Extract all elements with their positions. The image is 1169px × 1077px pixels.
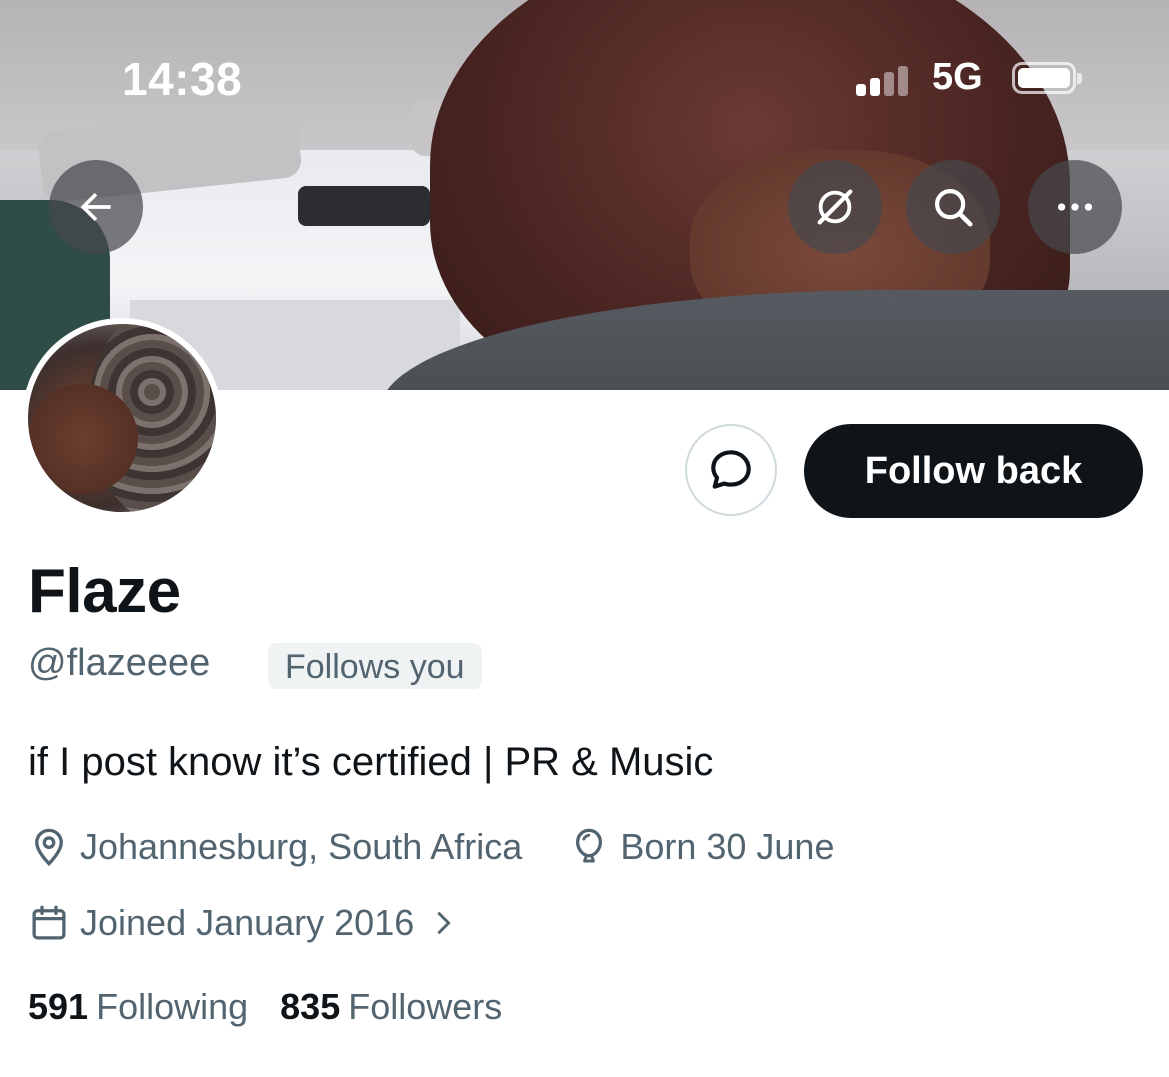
calendar-icon (32, 905, 66, 940)
follow-back-button[interactable]: Follow back (804, 424, 1143, 518)
birthday-item: Born 30 June (568, 826, 834, 868)
message-icon (711, 450, 751, 489)
joined-item[interactable]: Joined January 2016 (28, 902, 458, 944)
location-item: Johannesburg, South Africa (28, 826, 522, 868)
followers-stat[interactable]: 835 Followers (280, 986, 502, 1028)
battery-icon (1012, 62, 1082, 94)
user-handle: @flazeeee (28, 642, 211, 684)
follow-stats: 591 Following 835 Followers (28, 986, 502, 1028)
profile-bio: if I post know it’s certified | PR & Mus… (28, 740, 714, 784)
grok-icon (817, 189, 853, 225)
balloon-icon (576, 828, 603, 863)
avatar-image (28, 324, 216, 512)
follows-you-badge: Follows you (268, 643, 482, 689)
joined-row[interactable]: Joined January 2016 (28, 902, 458, 944)
following-label: Following (96, 986, 249, 1027)
location-pin-icon (35, 828, 63, 866)
cellular-signal-icon (856, 66, 914, 96)
birthday-text: Born 30 June (620, 826, 835, 867)
profile-avatar[interactable] (22, 318, 222, 518)
status-bar-time: 14:38 (122, 53, 243, 105)
profile-meta-row: Johannesburg, South Africa Born 30 June (28, 826, 834, 868)
more-horizontal-icon (1057, 203, 1093, 211)
arrow-left-icon (80, 192, 111, 222)
chevron-right-icon (438, 912, 451, 934)
following-count: 591 (28, 986, 89, 1027)
banner-rearview-mirror (298, 186, 430, 226)
location-text: Johannesburg, South Africa (80, 826, 523, 867)
network-type-label: 5G (932, 56, 983, 98)
more-button[interactable] (1028, 160, 1122, 254)
followers-label: Followers (348, 986, 503, 1027)
display-name: Flaze (28, 557, 181, 626)
followers-count: 835 (280, 986, 341, 1027)
profile-page: 14:38 5G Follow back Flaze @flazeeee Fol… (0, 0, 1169, 1077)
message-button[interactable] (685, 424, 777, 516)
back-button[interactable] (49, 160, 143, 254)
joined-text: Joined January 2016 (80, 902, 415, 943)
following-stat[interactable]: 591 Following (28, 986, 248, 1028)
search-button[interactable] (906, 160, 1000, 254)
grok-button[interactable] (788, 160, 882, 254)
search-icon (934, 188, 973, 227)
